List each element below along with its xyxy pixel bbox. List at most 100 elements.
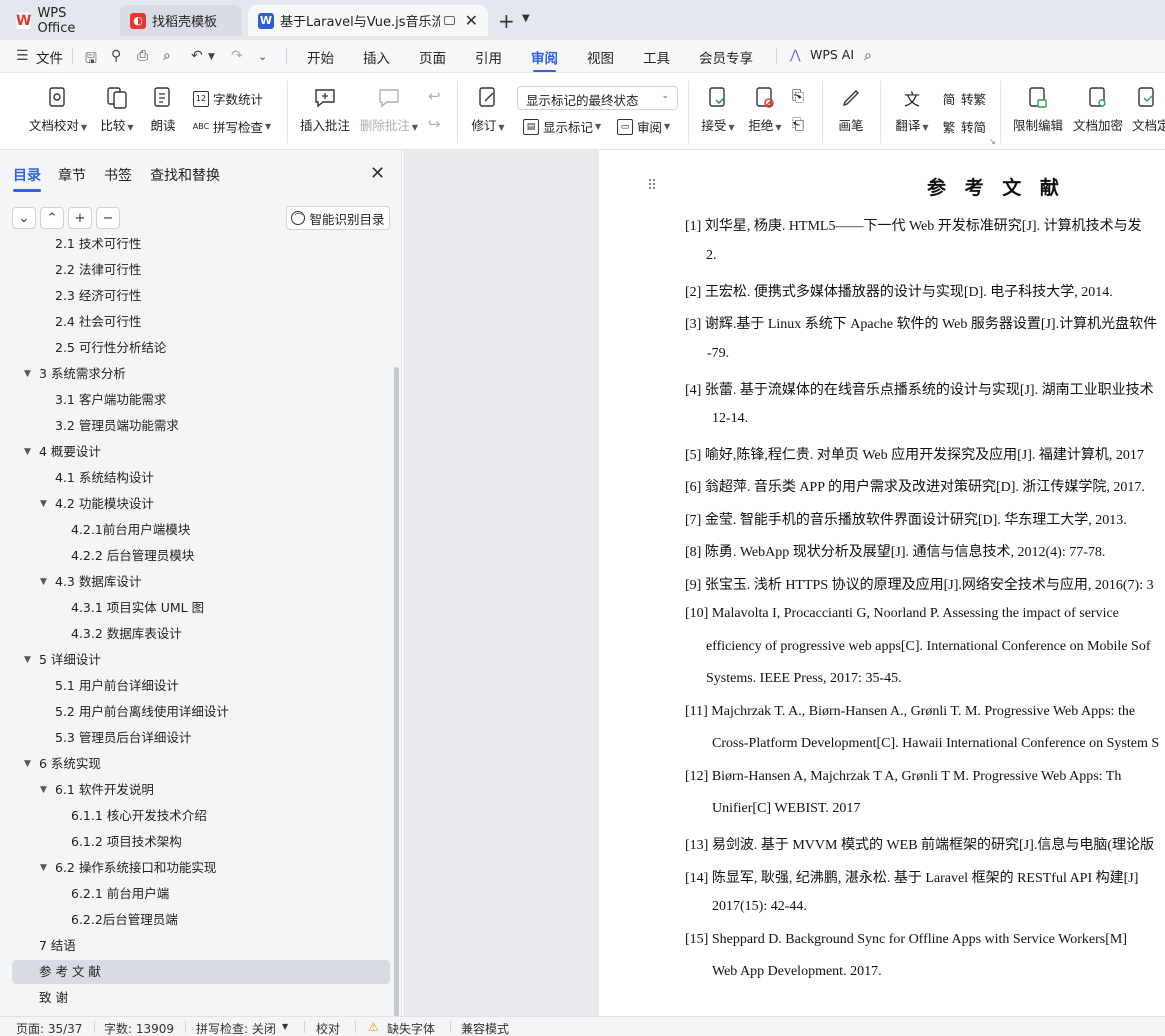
undo-menu-icon[interactable]: ▼ bbox=[208, 52, 215, 62]
toc-item[interactable]: 4.2 功能模块设计 bbox=[55, 492, 154, 516]
toc-item[interactable]: 6.2 操作系统接口和功能实现 bbox=[55, 856, 216, 880]
next-comment-icon[interactable]: ↪ bbox=[428, 115, 441, 133]
revise-button[interactable]: 修订 ▼ bbox=[468, 85, 508, 134]
menu-page[interactable]: 页面 bbox=[419, 47, 446, 67]
menu-insert[interactable]: 插入 bbox=[363, 47, 390, 67]
tab-chapters[interactable]: 章节 bbox=[58, 165, 86, 185]
toc-item[interactable]: 6.2.1 前台用户端 bbox=[71, 882, 169, 906]
expand-arrow-icon[interactable]: ▼ bbox=[24, 752, 31, 776]
toc-item[interactable]: 4.1 系统结构设计 bbox=[55, 466, 154, 490]
toc-item[interactable]: 4.3 数据库设计 bbox=[55, 570, 141, 594]
document-page[interactable]: ⠿ 参 考 文 献 [1] 刘华星, 杨庚. HTML5——下一代 Web 开发… bbox=[599, 150, 1165, 1016]
doc-more-button[interactable]: 文档定 bbox=[1132, 85, 1165, 134]
toc-item[interactable]: 2.5 可行性分析结论 bbox=[55, 336, 166, 360]
translate-button[interactable]: 文 翻译 ▼ bbox=[892, 85, 932, 134]
doc-proofread-button[interactable]: 文档校对 ▼ bbox=[28, 85, 88, 134]
menu-home[interactable]: 开始 bbox=[307, 47, 334, 67]
show-markup-button[interactable]: ▤ 显示标记 ▼ bbox=[523, 117, 601, 136]
collapse-all-button[interactable]: ⌄ bbox=[12, 207, 36, 229]
toc-item[interactable]: 3.2 管理员端功能需求 bbox=[55, 414, 179, 438]
close-tab-icon[interactable]: ✕ bbox=[465, 11, 478, 30]
redo-icon[interactable]: ↷ bbox=[231, 48, 243, 64]
review-pane-button[interactable]: ▭ 审阅 ▼ bbox=[617, 117, 670, 136]
spell-check-button[interactable]: ABC 拼写检查 ▼ bbox=[193, 117, 271, 136]
expand-arrow-icon[interactable]: ▼ bbox=[40, 778, 47, 802]
reject-button[interactable]: 拒绝 ▼ bbox=[745, 85, 785, 134]
proofread-status[interactable]: 校对 bbox=[316, 1020, 340, 1036]
toc-item[interactable]: 6.2.2后台管理员端 bbox=[71, 908, 178, 932]
toc-item[interactable]: 参 考 文 献 bbox=[39, 960, 101, 984]
menu-reference[interactable]: 引用 bbox=[475, 47, 502, 67]
toc-item[interactable]: 5.1 用户前台详细设计 bbox=[55, 674, 179, 698]
tab-toc[interactable]: 目录 bbox=[13, 165, 41, 192]
menu-tools[interactable]: 工具 bbox=[643, 47, 670, 67]
toc-item[interactable]: 4.2.2 后台管理员模块 bbox=[71, 544, 194, 568]
close-icon[interactable]: ✕ bbox=[370, 163, 385, 184]
toc-item[interactable]: 3.1 客户端功能需求 bbox=[55, 388, 166, 412]
toc-item[interactable]: 4.3.1 项目实体 UML 图 bbox=[71, 596, 204, 620]
word-count-button[interactable]: 12 字数统计 bbox=[193, 89, 263, 108]
more-menu-icon[interactable]: ⌄ bbox=[258, 50, 267, 63]
tab-find-replace[interactable]: 查找和替换 bbox=[150, 165, 220, 185]
to-simplified-button[interactable]: 繁 转简 bbox=[941, 117, 986, 136]
new-tab-button[interactable]: + bbox=[498, 9, 515, 33]
tab-document[interactable]: W 基于Laravel与Vue.js音乐流媒体 ✕ bbox=[248, 5, 488, 36]
toc-item[interactable]: 4.2.1前台用户端模块 bbox=[71, 518, 190, 542]
toc-item[interactable]: 5 详细设计 bbox=[39, 648, 101, 672]
expand-arrow-icon[interactable]: ▼ bbox=[24, 362, 31, 386]
add-heading-button[interactable]: + bbox=[68, 207, 92, 229]
toc-item[interactable]: 2.1 技术可行性 bbox=[55, 238, 141, 256]
doc-encrypt-button[interactable]: 文档加密 bbox=[1072, 85, 1124, 134]
compare-button[interactable]: 比较 ▼ bbox=[98, 85, 136, 134]
undo-icon[interactable]: ↶ bbox=[191, 48, 203, 64]
restrict-edit-button[interactable]: 限制编辑 bbox=[1012, 85, 1064, 134]
expand-arrow-icon[interactable]: ▼ bbox=[24, 440, 31, 464]
read-aloud-button[interactable]: 朗读 bbox=[146, 85, 180, 134]
toc-item[interactable]: 5.2 用户前台离线使用详细设计 bbox=[55, 700, 229, 724]
next-change-icon[interactable]: ⎗ bbox=[792, 115, 804, 133]
wps-ai-icon[interactable]: ⋀ bbox=[790, 48, 801, 63]
missing-font-status[interactable]: 缺失字体 bbox=[387, 1020, 435, 1036]
insert-comment-button[interactable]: 插入批注 bbox=[298, 85, 352, 134]
smart-toc-button[interactable]: ⌒ 智能识别目录 bbox=[286, 206, 390, 230]
menu-review[interactable]: 审阅 bbox=[531, 47, 558, 73]
accept-button[interactable]: 接受 ▼ bbox=[698, 85, 738, 134]
hamburger-icon[interactable]: ☰ bbox=[16, 48, 29, 64]
print-icon[interactable]: ⎙ bbox=[137, 48, 148, 64]
toc-item[interactable]: 2.2 法律可行性 bbox=[55, 258, 141, 282]
chevron-down-icon[interactable]: ▼ bbox=[522, 13, 530, 24]
toc-item[interactable]: 6.1 软件开发说明 bbox=[55, 778, 154, 802]
markup-state-select[interactable]: 显示标记的最终状态 ⌄ bbox=[517, 86, 678, 110]
prev-comment-icon[interactable]: ↩ bbox=[428, 87, 441, 105]
expand-arrow-icon[interactable]: ▼ bbox=[40, 856, 47, 880]
toc-item[interactable]: 7 结语 bbox=[39, 934, 76, 958]
tab-bookmarks[interactable]: 书签 bbox=[104, 165, 132, 185]
remove-heading-button[interactable]: − bbox=[96, 207, 120, 229]
toc-item[interactable]: 6 系统实现 bbox=[39, 752, 101, 776]
tab-template[interactable]: ◐ 找稻壳模板 bbox=[120, 5, 242, 36]
delete-comment-button[interactable]: 删除批注 ▼ bbox=[358, 85, 420, 134]
toc-item[interactable]: 2.4 社会可行性 bbox=[55, 310, 141, 334]
page-indicator[interactable]: 页面: 35/37 bbox=[16, 1020, 82, 1036]
menu-view[interactable]: 视图 bbox=[587, 47, 614, 67]
drag-handle-icon[interactable]: ⠿ bbox=[647, 178, 658, 194]
menu-member[interactable]: 会员专享 bbox=[699, 47, 753, 67]
toc-item[interactable]: 5.3 管理员后台详细设计 bbox=[55, 726, 191, 750]
pen-button[interactable]: 画笔 bbox=[833, 85, 869, 134]
spell-check-status[interactable]: 拼写检查: 关闭 bbox=[196, 1020, 276, 1036]
share-icon[interactable]: ⚲ bbox=[111, 48, 121, 64]
scrollbar[interactable] bbox=[394, 367, 399, 1017]
menu-file[interactable]: 文件 bbox=[36, 47, 63, 67]
toc-item[interactable]: 6.1.1 核心开发技术介绍 bbox=[71, 804, 207, 828]
search-icon[interactable]: ⌕ bbox=[864, 48, 872, 64]
print-preview-icon[interactable]: ⌕ bbox=[163, 48, 171, 64]
prev-change-icon[interactable]: ⎘ bbox=[792, 87, 804, 105]
expand-arrow-icon[interactable]: ▼ bbox=[40, 492, 47, 516]
toc-item[interactable]: 致 谢 bbox=[39, 986, 68, 1010]
save-icon[interactable]: 🖫 bbox=[85, 48, 97, 72]
toc-item[interactable]: 4.3.2 数据库表设计 bbox=[71, 622, 182, 646]
expand-arrow-icon[interactable]: ▼ bbox=[40, 570, 47, 594]
tab-wps-office[interactable]: W WPS Office bbox=[6, 5, 116, 36]
toc-item[interactable]: 4 概要设计 bbox=[39, 440, 101, 464]
menu-wps-ai[interactable]: WPS AI bbox=[810, 47, 854, 62]
